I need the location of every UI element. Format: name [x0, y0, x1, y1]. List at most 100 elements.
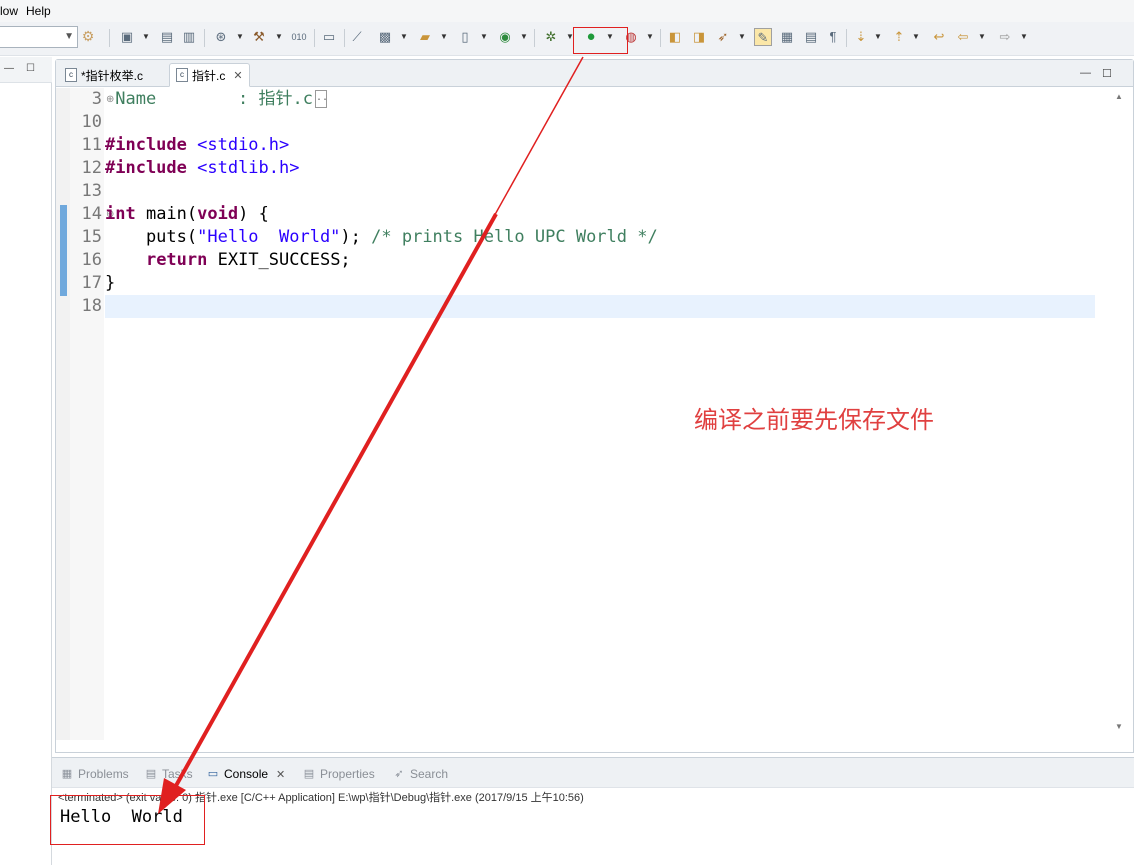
panel-tabs: ▦ Problems ▤ Tasks ▭ Console ✕ ▤ Propert…: [52, 758, 1134, 788]
problems-icon: ▦: [61, 768, 73, 780]
maximize-icon[interactable]: ☐: [26, 64, 36, 74]
external-tools-dropdown-icon[interactable]: ▼: [646, 28, 654, 46]
launch-config-combo[interactable]: ▼: [0, 26, 78, 48]
toolbar-separator: [534, 29, 535, 47]
line-number: 11: [81, 135, 102, 155]
code-token: <stdio.h>: [197, 135, 290, 155]
toggle-word-wrap-icon[interactable]: ▦: [778, 28, 796, 46]
chevron-down-icon: ▼: [64, 31, 74, 42]
toolbar-separator: [314, 29, 315, 47]
scroll-down-icon[interactable]: ▼: [1115, 722, 1123, 731]
code-token: ) {: [238, 204, 269, 224]
tab-problems[interactable]: ▦ Problems: [60, 763, 129, 785]
tab-pointer-enum[interactable]: c *指针枚举.c: [58, 63, 150, 87]
code-line[interactable]: puts("Hello World"); /* prints Hello UPC…: [105, 226, 658, 249]
code-token: puts(: [105, 227, 198, 247]
scroll-up-icon[interactable]: ▲: [1115, 92, 1123, 101]
toolbar-separator: [846, 29, 847, 47]
tasks-icon: ▤: [145, 768, 157, 780]
back-dropdown-icon[interactable]: ▼: [978, 28, 986, 46]
new-source-file-icon[interactable]: ▯: [456, 28, 474, 46]
code-line[interactable]: int main(void) {: [105, 203, 269, 226]
menu-bar: low Help: [0, 0, 1134, 22]
new-source-dropdown-icon[interactable]: ▼: [480, 28, 488, 46]
new-folder-icon[interactable]: ▰: [416, 28, 434, 46]
search-rocket-icon[interactable]: ➶: [714, 28, 732, 46]
tab-pointer[interactable]: c 指针.c ✕: [169, 63, 250, 87]
code-line[interactable]: #include <stdio.h>: [105, 134, 289, 157]
back-arrow-icon[interactable]: ⇦: [954, 28, 972, 46]
search-icon: ➶: [394, 768, 404, 780]
c-file-icon: c: [65, 68, 77, 82]
previous-annotation-icon[interactable]: ⇡: [890, 28, 908, 46]
show-whitespace-icon[interactable]: ¶: [824, 28, 842, 46]
code-token: main(: [135, 204, 198, 224]
code-token: int: [105, 204, 136, 224]
new-folder-dropdown-icon[interactable]: ▼: [440, 28, 448, 46]
line-number: 12: [81, 158, 102, 178]
code-token: Name : 指针.c: [105, 89, 313, 109]
vertical-scrollbar[interactable]: ▲ ▼: [1095, 88, 1133, 740]
main-toolbar: ▼ ⚙ ▣ ▼ ▤ ▥ ⊛ ▼ ⚒ ▼ 010 ▭ ⟋ ▩ ▼ ▰ ▼ ▯ ▼ …: [0, 22, 1134, 56]
code-line[interactable]: return EXIT_SUCCESS;: [105, 249, 351, 272]
minimize-icon[interactable]: —: [4, 64, 14, 74]
launch-config-gear-icon[interactable]: ⚙: [80, 28, 96, 44]
code-text[interactable]: Name : 指针.c.. #include <stdio.h> #include …: [105, 88, 1095, 740]
close-icon[interactable]: ✕: [233, 69, 242, 82]
properties-icon: ▤: [303, 768, 315, 780]
console-icon: ▭: [207, 768, 219, 780]
code-token: return: [145, 250, 208, 270]
line-number: 18: [81, 296, 102, 316]
toolbar-separator: [344, 29, 345, 47]
forward-arrow-icon[interactable]: ⇨: [996, 28, 1014, 46]
tab-label: Search: [410, 767, 449, 781]
new-c-project-icon[interactable]: ▩: [376, 28, 394, 46]
line-number-gutter: 3 ⊕ 10 11 12 13 14 ⊖ 15 16 17 18: [70, 88, 114, 740]
skip-breakpoints-icon[interactable]: ⟋: [348, 28, 366, 46]
open-type-icon[interactable]: ◧: [666, 28, 684, 46]
build-config-dropdown-icon[interactable]: ▼: [236, 28, 244, 46]
search-dropdown-icon[interactable]: ▼: [738, 28, 746, 46]
tab-label: *指针枚举.c: [81, 68, 144, 83]
save-icon[interactable]: ▤: [158, 28, 176, 46]
open-element-icon[interactable]: ◨: [690, 28, 708, 46]
new-class-icon[interactable]: ◉: [496, 28, 514, 46]
next-annotation-icon[interactable]: ⇣: [852, 28, 870, 46]
editor-area: c *指针枚举.c c 指针.c ✕ — ☐ 3 ⊕ 10 11 12 13 14 ⊖ 15 16…: [55, 59, 1134, 780]
mark-occurrences-icon[interactable]: ✎: [754, 28, 772, 46]
code-line[interactable]: }: [105, 272, 115, 295]
close-icon[interactable]: ✕: [276, 768, 285, 781]
menu-help[interactable]: Help: [26, 4, 59, 18]
tab-search[interactable]: ➶ Search: [392, 763, 448, 785]
binary-icon[interactable]: 010: [290, 28, 308, 46]
menu-window[interactable]: low: [0, 4, 26, 18]
code-line[interactable]: #include <stdlib.h>: [105, 157, 299, 180]
build-dropdown-icon[interactable]: ▼: [275, 28, 283, 46]
terminal-icon[interactable]: ▭: [320, 28, 338, 46]
previous-annotation-dropdown-icon[interactable]: ▼: [912, 28, 920, 46]
new-dropdown-icon[interactable]: ▼: [142, 28, 150, 46]
last-edit-location-icon[interactable]: ↩: [930, 28, 948, 46]
next-annotation-dropdown-icon[interactable]: ▼: [874, 28, 882, 46]
line-number: 15: [81, 227, 102, 247]
save-all-icon[interactable]: ▥: [180, 28, 198, 46]
tab-properties[interactable]: ▤ Properties: [302, 763, 375, 785]
code-line[interactable]: Name : 指针.c..: [105, 88, 328, 111]
build-hammer-icon[interactable]: ⚒: [250, 28, 268, 46]
build-config-icon[interactable]: ⊛: [212, 28, 230, 46]
tab-label: Properties: [320, 767, 375, 781]
new-class-dropdown-icon[interactable]: ▼: [520, 28, 528, 46]
code-token: #include: [105, 135, 198, 155]
tab-tasks[interactable]: ▤ Tasks: [144, 763, 193, 785]
debug-bug-icon[interactable]: ✲: [542, 28, 560, 46]
tab-label: Console: [224, 767, 269, 781]
minimize-icon[interactable]: —: [1080, 67, 1091, 79]
folded-comment-icon[interactable]: ..: [315, 90, 328, 108]
tab-console[interactable]: ▭ Console ✕: [206, 763, 285, 785]
block-selection-icon[interactable]: ▤: [802, 28, 820, 46]
forward-dropdown-icon[interactable]: ▼: [1020, 28, 1028, 46]
new-icon[interactable]: ▣: [118, 28, 136, 46]
code-editor[interactable]: 3 ⊕ 10 11 12 13 14 ⊖ 15 16 17 18 Name : 指针.c.. #incl…: [56, 88, 1133, 780]
maximize-icon[interactable]: ☐: [1102, 67, 1112, 80]
new-project-dropdown-icon[interactable]: ▼: [400, 28, 408, 46]
